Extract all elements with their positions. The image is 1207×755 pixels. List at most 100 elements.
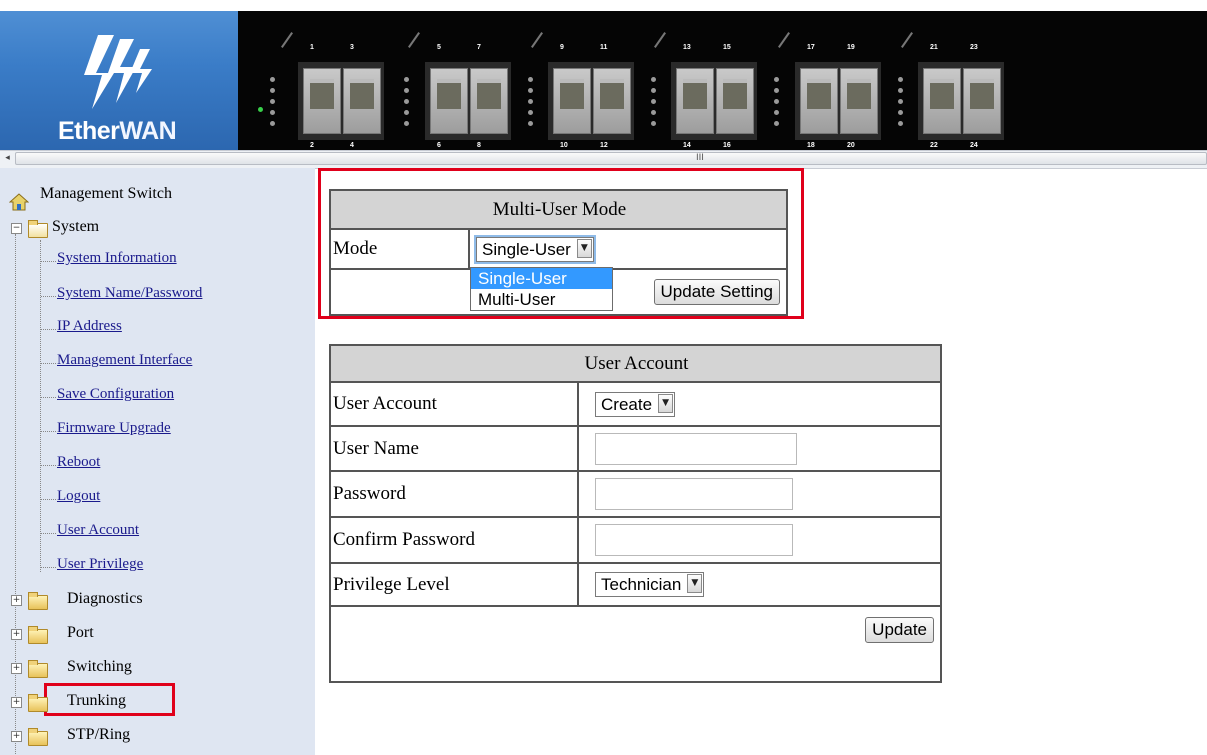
- tree-root-management-switch[interactable]: Management Switch: [40, 185, 172, 203]
- folder-icon: [28, 660, 48, 678]
- etherwan-logo-icon: [84, 35, 152, 109]
- sidebar-item-stp-ring[interactable]: STP/Ring: [67, 726, 130, 744]
- expand-icon[interactable]: +: [11, 663, 22, 674]
- sidebar-item-system-information[interactable]: System Information: [57, 250, 177, 267]
- divider-mark: [281, 32, 293, 48]
- ethernet-port-icon: [676, 68, 714, 134]
- status-led: [528, 110, 533, 115]
- status-led: [404, 88, 409, 93]
- privilege-level-select[interactable]: Technician ▼: [595, 572, 705, 597]
- port-label-bottom: 2: [310, 142, 314, 149]
- expand-icon[interactable]: +: [11, 595, 22, 606]
- divider-mark: [531, 32, 543, 48]
- sidebar-item-system-name-password[interactable]: System Name/Password: [57, 285, 202, 302]
- status-led: [898, 110, 903, 115]
- tree-connector: [41, 465, 56, 466]
- mode-label: Mode: [329, 228, 470, 270]
- divider-mark: [408, 32, 420, 48]
- tree-connector: [41, 261, 56, 262]
- tree-connector: [41, 329, 56, 330]
- sidebar-item-diagnostics[interactable]: Diagnostics: [67, 590, 143, 608]
- status-led: [898, 99, 903, 104]
- status-led: [404, 121, 409, 126]
- port-label-top: 9: [560, 44, 564, 51]
- user-account-select-value: Create: [601, 394, 653, 414]
- ethernet-port-icon: [470, 68, 508, 134]
- sidebar-item-reboot[interactable]: Reboot: [57, 454, 100, 471]
- user-name-input[interactable]: [595, 432, 797, 465]
- port-block: [298, 62, 384, 140]
- confirm-password-input[interactable]: [595, 524, 793, 556]
- horizontal-scrollbar[interactable]: ◂ III: [0, 150, 1207, 169]
- port-label-top: 17: [807, 44, 815, 51]
- update-setting-button[interactable]: Update Setting: [653, 279, 780, 305]
- port-label-bottom: 4: [350, 142, 354, 149]
- scroll-left-icon[interactable]: ◂: [2, 153, 13, 164]
- chevron-down-icon: ▼: [576, 238, 592, 258]
- switch-faceplate: 1 2 3 4 5 6 7 8 9 10 11 12 13 14 15 16 17 18 19 20 21 22 23 24: [238, 11, 1207, 150]
- status-led: [774, 88, 779, 93]
- expand-icon[interactable]: +: [11, 731, 22, 742]
- ethernet-port-icon: [963, 68, 1001, 134]
- update-button[interactable]: Update: [865, 617, 934, 643]
- port-label-bottom: 10: [560, 142, 568, 149]
- user-account-title: User Account: [329, 344, 942, 383]
- sidebar-item-firmware-upgrade[interactable]: Firmware Upgrade: [57, 420, 171, 437]
- sidebar-item-ip-address[interactable]: IP Address: [57, 318, 122, 335]
- status-led: [270, 77, 275, 82]
- port-label-bottom: 6: [437, 142, 441, 149]
- status-led: [651, 88, 656, 93]
- sidebar-item-management-interface[interactable]: Management Interface: [57, 352, 192, 369]
- status-led: [528, 121, 533, 126]
- sidebar-item-user-account[interactable]: User Account: [57, 522, 139, 539]
- sidebar-item-trunking[interactable]: Trunking: [67, 692, 126, 710]
- expand-icon[interactable]: +: [11, 629, 22, 640]
- status-led: [404, 110, 409, 115]
- port-label-bottom: 14: [683, 142, 691, 149]
- status-led: [528, 99, 533, 104]
- ethernet-port-icon: [553, 68, 591, 134]
- port-block: [548, 62, 634, 140]
- sidebar-item-switching[interactable]: Switching: [67, 658, 132, 676]
- user-account-cell: Create ▼: [577, 381, 942, 427]
- privilege-level-label: Privilege Level: [329, 562, 579, 607]
- mode-select[interactable]: Single-User ▼: [474, 234, 596, 264]
- port-label-bottom: 24: [970, 142, 978, 149]
- scroll-thumb[interactable]: III: [15, 152, 1207, 165]
- port-label-bottom: 20: [847, 142, 855, 149]
- ethernet-port-icon: [840, 68, 878, 134]
- collapse-icon[interactable]: −: [11, 223, 22, 234]
- folder-open-icon: [28, 220, 48, 238]
- sidebar-item-user-privilege[interactable]: User Privilege: [57, 556, 143, 573]
- user-account-label: User Account: [329, 381, 579, 427]
- status-led: [270, 110, 275, 115]
- tree-connector: [40, 240, 41, 572]
- mode-option-single-user[interactable]: Single-User: [471, 268, 612, 289]
- port-label-top: 13: [683, 44, 691, 51]
- password-input[interactable]: [595, 478, 793, 510]
- sidebar-item-save-configuration[interactable]: Save Configuration: [57, 386, 174, 403]
- status-led: [651, 110, 656, 115]
- status-led: [270, 88, 275, 93]
- sidebar-item-logout[interactable]: Logout: [57, 488, 100, 505]
- tree-connector: [41, 363, 56, 364]
- user-account-select[interactable]: Create ▼: [595, 391, 676, 417]
- port-label-top: 21: [930, 44, 938, 51]
- ethernet-port-icon: [923, 68, 961, 134]
- port-label-bottom: 22: [930, 142, 938, 149]
- status-led: [651, 121, 656, 126]
- home-icon: [9, 193, 29, 211]
- status-led: [270, 99, 275, 104]
- status-led: [898, 88, 903, 93]
- password-label: Password: [329, 470, 579, 518]
- user-account-table: User Account User Account Create ▼ User …: [329, 344, 942, 683]
- sidebar-item-port[interactable]: Port: [67, 624, 94, 642]
- status-led: [651, 77, 656, 82]
- expand-icon[interactable]: +: [11, 697, 22, 708]
- port-label-bottom: 8: [477, 142, 481, 149]
- privilege-level-cell: Technician ▼: [577, 562, 942, 607]
- tree-node-system[interactable]: System: [52, 218, 99, 236]
- mode-option-multi-user[interactable]: Multi-User: [471, 289, 612, 310]
- port-block: [425, 62, 511, 140]
- port-label-top: 3: [350, 44, 354, 51]
